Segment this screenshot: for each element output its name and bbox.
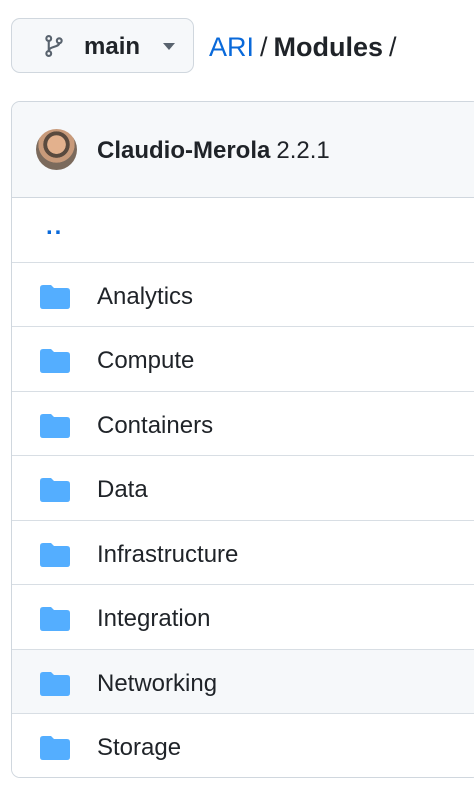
folder-name[interactable]: Containers (97, 411, 213, 441)
commit-author-link[interactable]: Claudio-Merola (97, 137, 270, 164)
top-bar: main ARI / Modules / (0, 0, 474, 92)
avatar[interactable] (36, 129, 77, 170)
folder-icon (40, 349, 70, 373)
breadcrumb-current: Modules (273, 32, 384, 62)
folder-icon (40, 478, 70, 502)
folder-name[interactable]: Infrastructure (97, 540, 238, 570)
folder-row-integration[interactable]: Integration (12, 585, 474, 650)
branch-selector-button[interactable]: main (11, 18, 194, 73)
folder-row-infrastructure[interactable]: Infrastructure (12, 520, 474, 585)
caret-down-icon (163, 43, 175, 50)
folder-name[interactable]: Analytics (97, 282, 193, 312)
folder-icon (40, 607, 70, 631)
folder-icon (40, 736, 70, 760)
folder-name[interactable]: Networking (97, 669, 217, 699)
folder-name[interactable]: Storage (97, 733, 181, 763)
folder-row-compute[interactable]: Compute (12, 327, 474, 392)
folder-name[interactable]: Data (97, 475, 148, 505)
folder-icon (40, 671, 70, 696)
folder-row-data[interactable]: Data (12, 456, 474, 521)
folder-icon (40, 284, 70, 309)
commit-info: Claudio-Merola 2.2.1 (97, 136, 330, 166)
file-list-panel: Claudio-Merola 2.2.1 .. Analytics Compute… (11, 101, 474, 778)
parent-directory-row[interactable]: .. (12, 198, 474, 263)
folder-icon (40, 413, 70, 438)
commit-version: 2.2.1 (276, 137, 330, 164)
breadcrumb-trailing-separator: / (389, 32, 397, 62)
folder-row-containers[interactable]: Containers (12, 391, 474, 456)
folder-row-networking[interactable]: Networking (12, 649, 474, 714)
breadcrumb-root-link[interactable]: ARI (209, 32, 254, 62)
branch-name: main (84, 33, 141, 60)
parent-directory-link[interactable]: .. (46, 212, 63, 242)
folder-row-analytics[interactable]: Analytics (12, 262, 474, 327)
folder-icon (40, 542, 70, 567)
breadcrumb: ARI / Modules / (209, 30, 403, 64)
folder-row-storage[interactable]: Storage (12, 714, 474, 777)
latest-commit-header: Claudio-Merola 2.2.1 (12, 102, 474, 198)
breadcrumb-separator: / (260, 32, 268, 62)
git-branch-icon (45, 35, 63, 57)
folder-name[interactable]: Integration (97, 604, 210, 634)
folder-name[interactable]: Compute (97, 346, 194, 376)
